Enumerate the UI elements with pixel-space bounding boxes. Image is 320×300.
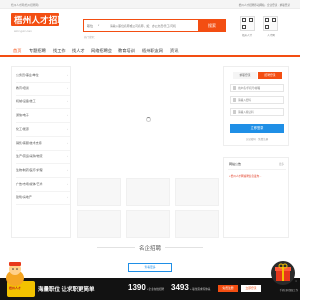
promo-card[interactable] [175, 210, 219, 238]
notice-item[interactable]: • 梧州人才网诚聘信息发布... [229, 174, 261, 178]
nav-item-home[interactable]: 首页 [13, 48, 21, 54]
category-item[interactable]: 生物/制药/医疗/护理 › [16, 168, 70, 178]
promo-card[interactable] [126, 178, 170, 206]
qr-label: 人才网 [267, 34, 275, 37]
category-item[interactable]: 建筑/房地产 › [16, 195, 70, 205]
login-tabs: 求职登录 招聘登录 [230, 72, 284, 79]
notice-more-link[interactable]: 更多 [279, 162, 284, 166]
category-item[interactable]: 机械/设备/技工 › [16, 99, 70, 109]
captcha-input[interactable] [238, 109, 282, 115]
category-item[interactable]: 广告/市场/媒体/艺术 › [16, 182, 70, 192]
password-input[interactable] [238, 97, 282, 103]
site-domain: wzrc.gxrc.com [14, 29, 32, 33]
tab-company-login[interactable]: 招聘登录 [258, 72, 282, 79]
stat-job-count: 3493 [171, 283, 189, 292]
chevron-right-icon: › [67, 73, 68, 77]
user-icon [233, 86, 236, 90]
login-button[interactable]: 立即登录 [230, 124, 284, 133]
top-bar-site-name: 梧州人才网(梧州招聘网) [11, 4, 39, 7]
nav-item-job-fair[interactable]: 网络招聘会 [91, 48, 112, 54]
nav-item-find-talent[interactable]: 找人才 [72, 48, 85, 54]
qr-label: 梧州人才 [241, 34, 252, 37]
nav-item-community[interactable]: 梧州职友网 [142, 48, 163, 54]
footer-slogan: 海量职位 让求职更简单 [38, 287, 95, 293]
stat-company-count: 1390 [128, 283, 146, 292]
password-field [230, 96, 284, 104]
qr-code-icon [240, 16, 255, 31]
top-bar-links[interactable]: 梧州人才招聘移动网站 · 企业登录 · 求职登录 [239, 3, 290, 7]
chevron-right-icon: › [67, 168, 68, 172]
promo-card[interactable] [77, 178, 121, 206]
category-item[interactable]: 通信/电子 › [16, 113, 70, 123]
stat-job-label: + 职位需求等你来 [190, 288, 211, 291]
section-heading: 名企招聘 [0, 244, 300, 252]
chevron-down-icon: ▾ [98, 24, 100, 27]
footer-promo-bar: 梧州人才 海量职位 让求职更简单 1390 +企业在线招聘 3493 + 职位需… [0, 278, 300, 300]
login-panel: 求职登录 招聘登录 立即登录 忘记密码 · 免费注册 [223, 66, 289, 146]
login-links[interactable]: 忘记密码 · 免费注册 [230, 137, 284, 141]
search-scope-select[interactable]: 职位 [87, 24, 93, 28]
footer-login-button[interactable]: 立即登录 [241, 285, 261, 292]
chevron-right-icon: › [67, 86, 68, 90]
chevron-right-icon: › [67, 154, 68, 158]
divider [228, 169, 286, 170]
hot-searches: 热门搜索： [84, 36, 97, 39]
mascot-icon [6, 262, 24, 286]
category-item[interactable]: 教育/培训 › [16, 86, 70, 96]
stat-company-label: +企业在线招聘 [147, 288, 165, 291]
nav-item-news[interactable]: 资讯 [170, 48, 178, 54]
qr-code-icon [263, 16, 278, 31]
gift-label: 手机扫码领取工作 [279, 290, 298, 292]
chevron-right-icon: › [67, 113, 68, 117]
chevron-right-icon: › [67, 141, 68, 145]
lock-icon [233, 98, 236, 102]
nav-item-find-job[interactable]: 找工作 [53, 48, 66, 54]
nav-item-training[interactable]: 教育培训 [118, 48, 135, 54]
category-item[interactable]: 化工/能源 › [16, 127, 70, 137]
search-bar: 职位 ▾ 搜索 [83, 19, 226, 32]
notice-title: 网站公告 [229, 162, 242, 166]
username-field [230, 84, 284, 92]
chevron-right-icon: › [67, 99, 68, 103]
site-logo-text: 梧州人才招聘网 [14, 16, 75, 26]
shield-icon [233, 110, 236, 114]
promo-card[interactable] [126, 210, 170, 238]
chevron-right-icon: › [67, 182, 68, 186]
category-item[interactable]: 生产/营运/采购/物流 › [16, 154, 70, 164]
main-nav: 首页 专题招聘 找工作 找人才 网络招聘会 教育培训 梧州职友网 资讯 [0, 45, 300, 57]
divider [97, 247, 135, 248]
captcha-field [230, 108, 284, 116]
site-logo[interactable]: 梧州人才招聘网 [11, 13, 75, 26]
loading-spinner-icon [146, 117, 151, 122]
nav-item-special[interactable]: 专题招聘 [29, 48, 46, 54]
category-item[interactable]: 公务员/事业/单位 › [16, 73, 70, 83]
search-input[interactable] [110, 21, 198, 30]
chevron-right-icon: › [67, 127, 68, 131]
view-more-button[interactable]: 查看更多 [128, 263, 172, 272]
gift-box-icon[interactable] [270, 260, 296, 286]
promo-card[interactable] [175, 178, 219, 206]
top-bar: 梧州人才网(梧州招聘网) 梧州人才招聘移动网站 · 企业登录 · 求职登录 [0, 0, 300, 9]
chevron-right-icon: › [67, 195, 68, 199]
notice-panel: 网站公告 更多 • 梧州人才网诚聘信息发布... [223, 157, 289, 238]
section-title-text: 名企招聘 [138, 246, 161, 252]
tab-personal-login[interactable]: 求职登录 [233, 72, 257, 79]
promo-card[interactable] [77, 210, 121, 238]
search-button[interactable]: 搜索 [198, 19, 226, 32]
divider [165, 247, 203, 248]
category-item[interactable]: 销售/客服/技术支持 › [16, 141, 70, 151]
job-category-list: 公务员/事业/单位 › 教育/培训 › 机械/设备/技工 › 通信/电子 › 化工/能源… [11, 66, 71, 238]
username-input[interactable] [238, 85, 282, 91]
footer-register-button[interactable]: 免费注册 [218, 285, 238, 292]
